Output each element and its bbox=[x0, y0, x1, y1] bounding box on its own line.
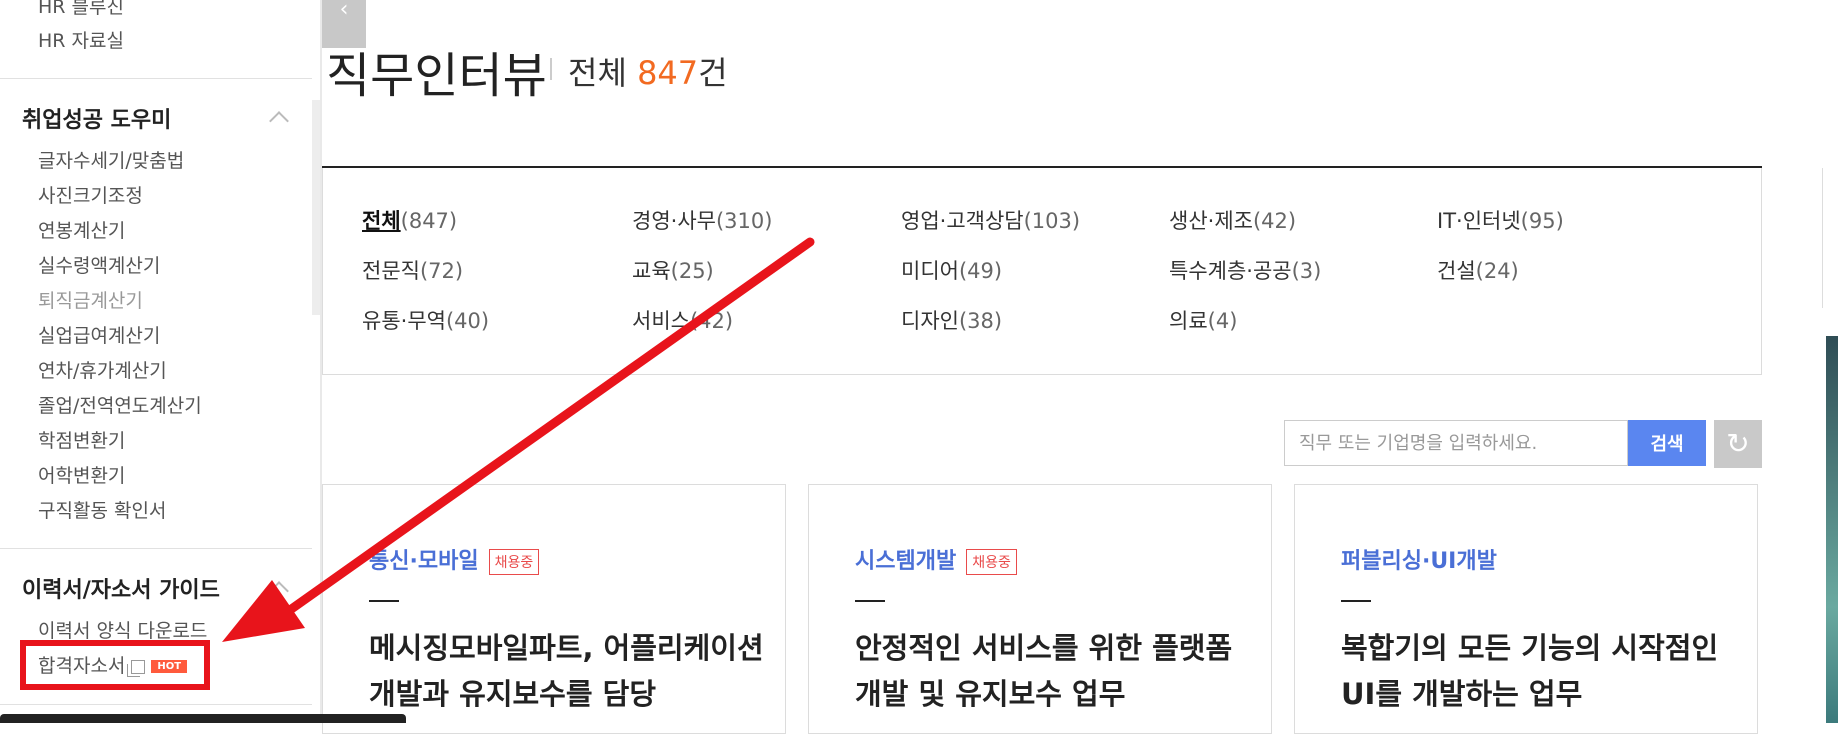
annotation-arrow bbox=[222, 237, 815, 642]
